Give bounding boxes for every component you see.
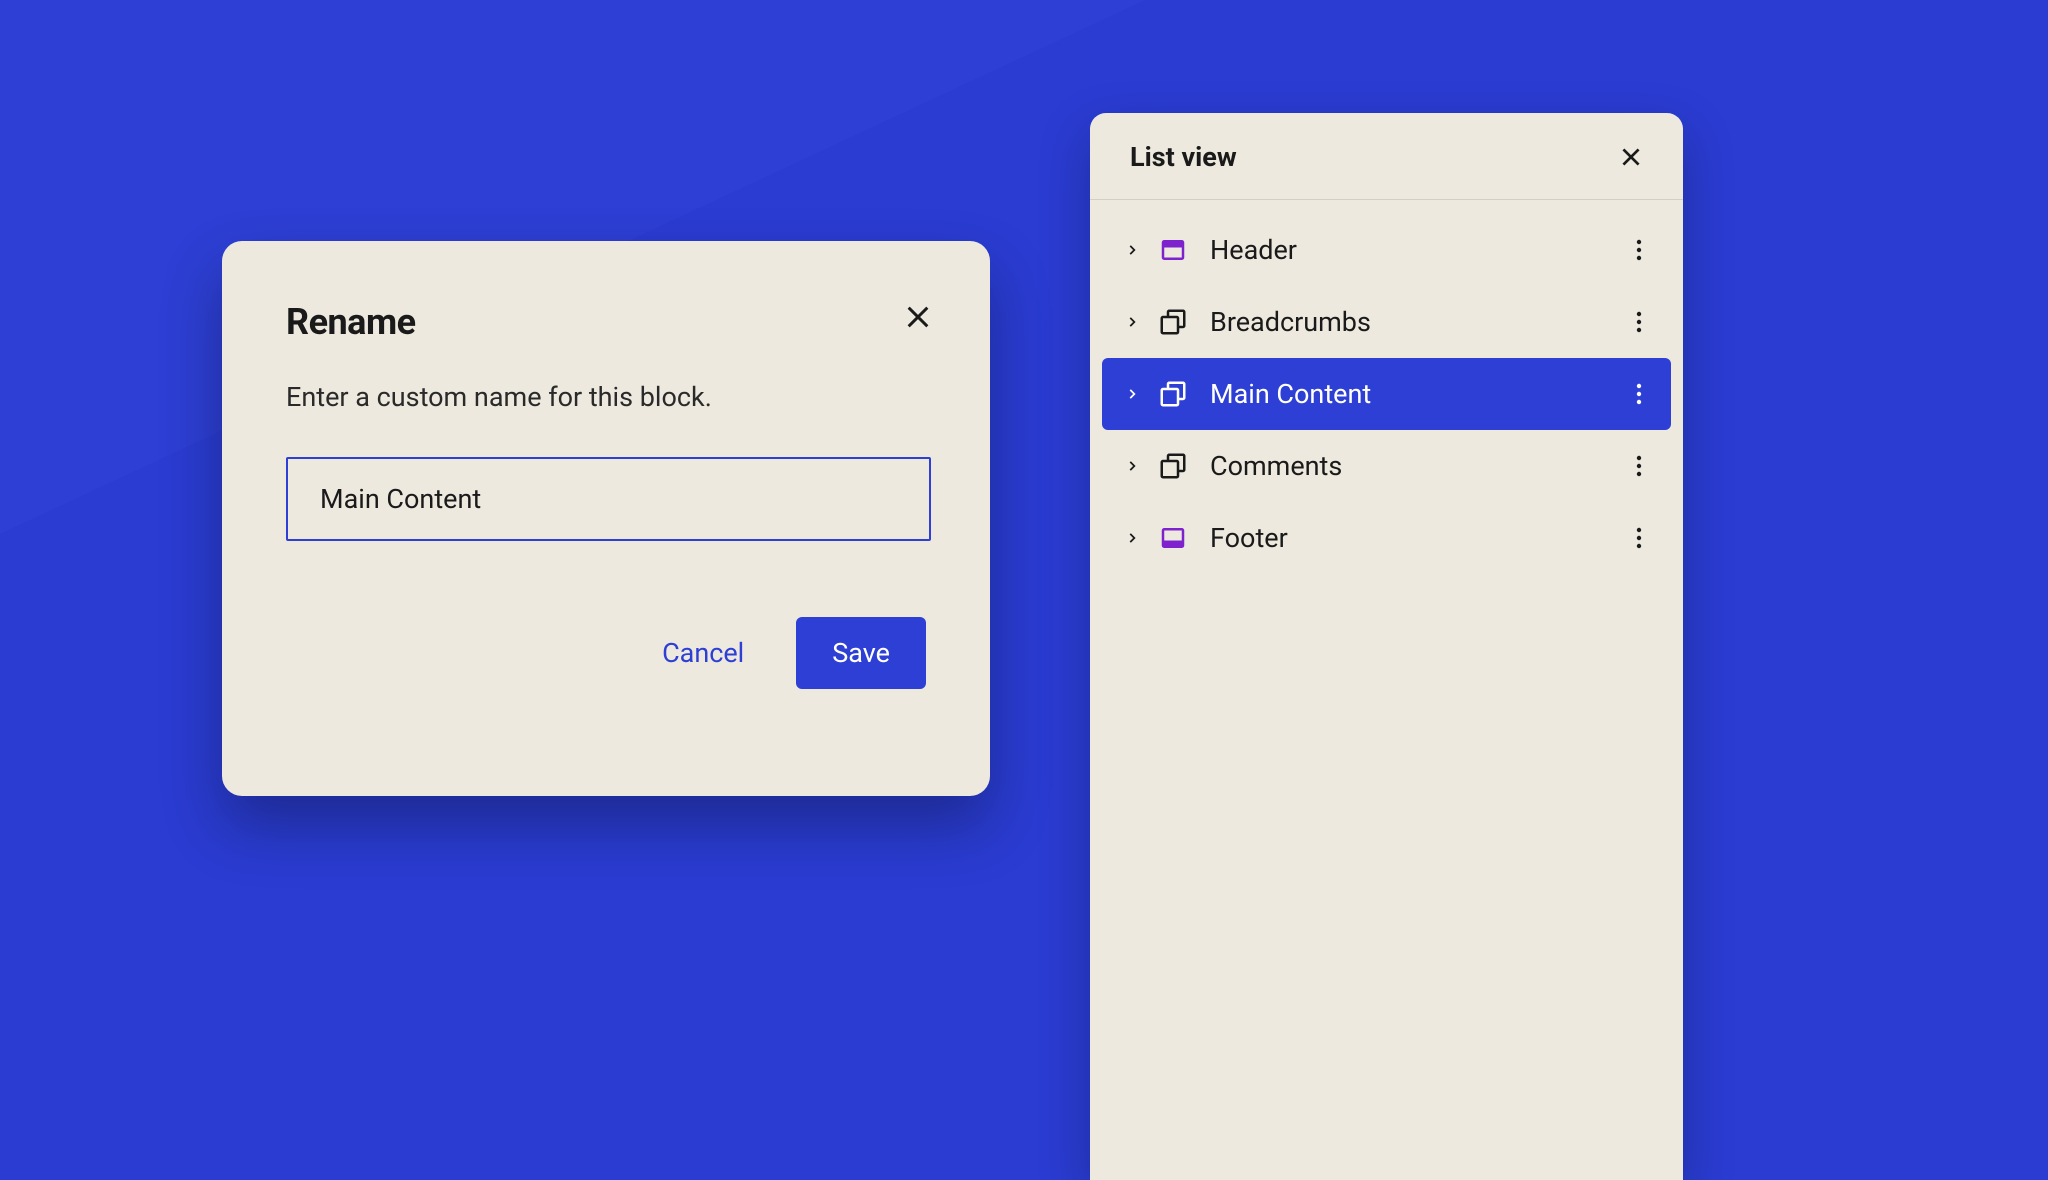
panel-close-button[interactable] [1615,141,1647,173]
close-icon [1618,144,1644,170]
header-block-icon [1158,235,1188,265]
rename-dialog: Rename Enter a custom name for this bloc… [222,241,990,796]
list-item-breadcrumbs[interactable]: Breadcrumbs [1102,286,1671,358]
chevron-right-icon[interactable] [1122,459,1142,473]
cancel-button[interactable]: Cancel [642,621,764,685]
more-vertical-icon [1636,311,1642,333]
panel-header: List view [1090,113,1683,200]
list-item-label: Comments [1210,450,1627,482]
list-item-label: Breadcrumbs [1210,306,1627,338]
dialog-title: Rename [286,301,416,343]
more-options-button[interactable] [1627,526,1651,550]
chevron-right-icon[interactable] [1122,531,1142,545]
more-options-button[interactable] [1627,310,1651,334]
list-item-header[interactable]: Header [1102,214,1671,286]
dialog-actions: Cancel Save [286,617,926,689]
more-options-button[interactable] [1627,382,1651,406]
save-button[interactable]: Save [796,617,926,689]
chevron-right-icon[interactable] [1122,387,1142,401]
group-block-icon [1158,379,1188,409]
list-item-comments[interactable]: Comments [1102,430,1671,502]
dialog-description: Enter a custom name for this block. [286,381,926,413]
group-block-icon [1158,307,1188,337]
group-block-icon [1158,451,1188,481]
more-options-button[interactable] [1627,238,1651,262]
chevron-right-icon[interactable] [1122,243,1142,257]
more-vertical-icon [1636,383,1642,405]
more-vertical-icon [1636,239,1642,261]
list-item-label: Main Content [1210,378,1627,410]
footer-block-icon [1158,523,1188,553]
list-item-main-content[interactable]: Main Content [1102,358,1671,430]
list-item-footer[interactable]: Footer [1102,502,1671,574]
chevron-right-icon[interactable] [1122,315,1142,329]
list-items: Header Breadcrumbs [1090,200,1683,588]
list-item-label: Footer [1210,522,1627,554]
more-vertical-icon [1636,527,1642,549]
list-view-panel: List view Header [1090,113,1683,1180]
more-options-button[interactable] [1627,454,1651,478]
more-vertical-icon [1636,455,1642,477]
close-button[interactable] [898,297,938,337]
block-name-input[interactable] [286,457,931,541]
panel-title: List view [1130,141,1237,173]
close-icon [902,301,934,333]
dialog-header: Rename [286,301,926,343]
list-item-label: Header [1210,234,1627,266]
